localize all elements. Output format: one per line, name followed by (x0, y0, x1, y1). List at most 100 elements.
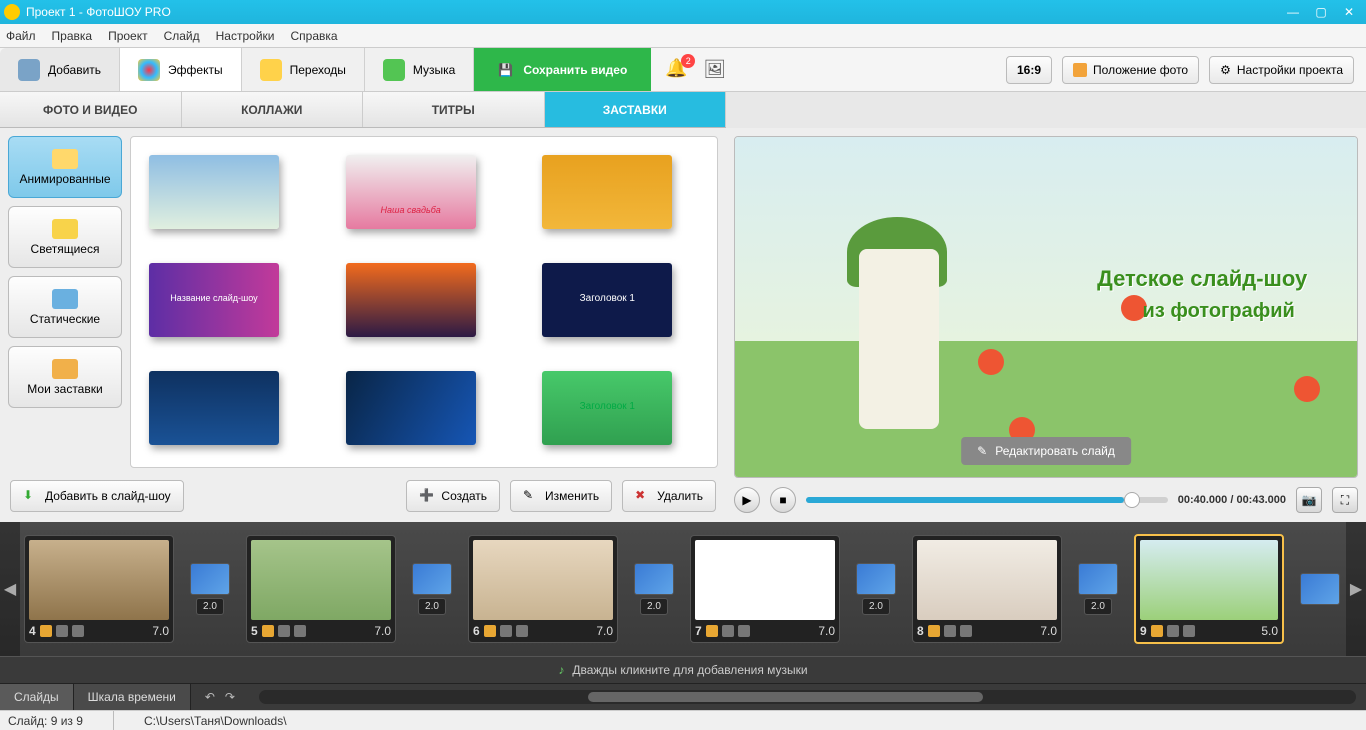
tab-transitions-label: Переходы (290, 63, 346, 77)
gallery-thumb[interactable] (346, 263, 476, 337)
notifications-button[interactable]: 🔔 2 (665, 58, 689, 82)
side-glowing-label: Светящиеся (31, 242, 100, 256)
menu-project[interactable]: Проект (108, 29, 148, 43)
transition-thumb (190, 563, 230, 595)
menu-slide[interactable]: Слайд (164, 29, 200, 43)
transition-card[interactable]: 2.0 (632, 563, 676, 615)
zoom-icon[interactable] (722, 625, 734, 637)
browse-icon[interactable]: 🖼 (703, 59, 726, 80)
gallery-thumb[interactable] (149, 371, 279, 445)
cat-titles[interactable]: ТИТРЫ (363, 92, 545, 127)
tab-effects[interactable]: Эффекты (120, 48, 242, 91)
redo-button[interactable]: ↷ (225, 690, 235, 704)
music-track[interactable]: ♪ Дважды кликните для добавления музыки (0, 656, 1366, 684)
down-arrow-icon: ⬇ (23, 488, 39, 504)
gallery-thumb[interactable]: Наша свадьба (346, 155, 476, 229)
gallery-thumb[interactable] (542, 155, 672, 229)
edit-icon[interactable] (40, 625, 52, 637)
project-settings-button[interactable]: ⚙ Настройки проекта (1209, 56, 1354, 84)
seek-handle[interactable] (1124, 492, 1140, 508)
edit-icon[interactable] (262, 625, 274, 637)
photo-position-button[interactable]: Положение фото (1062, 56, 1199, 84)
tab-add[interactable]: Добавить (0, 48, 120, 91)
ratio-label: 16:9 (1017, 63, 1041, 77)
transition-card[interactable]: 2.0 (1076, 563, 1120, 615)
tab-music[interactable]: Музыка (365, 48, 474, 91)
aspect-ratio-button[interactable]: 16:9 (1006, 56, 1052, 84)
horizontal-scrollbar[interactable] (259, 690, 1356, 704)
photo-icon (1073, 63, 1087, 77)
gallery-thumb[interactable]: Заголовок 1 (542, 263, 672, 337)
zoom-icon[interactable] (1167, 625, 1179, 637)
menu-settings[interactable]: Настройки (216, 29, 275, 43)
gallery-thumb[interactable] (346, 371, 476, 445)
gallery-thumb[interactable]: Заголовок 1 (542, 371, 672, 445)
transition-card[interactable]: 2.0 (854, 563, 898, 615)
delete-button[interactable]: ✖Удалить (622, 480, 716, 512)
menu-file[interactable]: Файл (6, 29, 36, 43)
zoom-icon[interactable] (500, 625, 512, 637)
sound-icon[interactable] (738, 625, 750, 637)
slide-card[interactable]: 87.0 (912, 535, 1062, 643)
thumb-caption: Название слайд-шоу (149, 263, 279, 303)
timeline-scroll-right[interactable]: ▶ (1346, 522, 1366, 656)
cat-collages[interactable]: КОЛЛАЖИ (182, 92, 364, 127)
menu-edit[interactable]: Правка (52, 29, 93, 43)
edit-icon[interactable] (706, 625, 718, 637)
zoom-icon[interactable] (944, 625, 956, 637)
slide-card[interactable]: 77.0 (690, 535, 840, 643)
edit-icon[interactable] (484, 625, 496, 637)
sound-icon[interactable] (516, 625, 528, 637)
slide-number: 5 (251, 624, 258, 638)
sound-icon[interactable] (960, 625, 972, 637)
zoom-icon[interactable] (278, 625, 290, 637)
seek-bar[interactable] (806, 497, 1168, 503)
add-to-slideshow-button[interactable]: ⬇Добавить в слайд-шоу (10, 480, 184, 512)
gallery-thumb[interactable] (149, 155, 279, 229)
fullscreen-button[interactable]: ⛶ (1332, 487, 1358, 513)
zoom-icon[interactable] (56, 625, 68, 637)
tab-transitions[interactable]: Переходы (242, 48, 365, 91)
create-button[interactable]: ➕Создать (406, 480, 500, 512)
music-icon (383, 59, 405, 81)
edit-icon[interactable] (928, 625, 940, 637)
tab-timeline[interactable]: Шкала времени (74, 684, 191, 710)
gallery-thumb[interactable]: Название слайд-шоу (149, 263, 279, 337)
slide-card[interactable]: 47.0 (24, 535, 174, 643)
side-static[interactable]: Статические (8, 276, 122, 338)
transition-card[interactable] (1298, 573, 1342, 605)
edit-icon[interactable] (1151, 625, 1163, 637)
slide-card[interactable]: 67.0 (468, 535, 618, 643)
side-animated[interactable]: Анимированные (8, 136, 122, 198)
side-glowing[interactable]: Светящиеся (8, 206, 122, 268)
music-hint: Дважды кликните для добавления музыки (572, 663, 807, 677)
statusbar: Слайд: 9 из 9 C:\Users\Таня\Downloads\ (0, 710, 1366, 730)
sound-icon[interactable] (1183, 625, 1195, 637)
edit-button[interactable]: ✎Изменить (510, 480, 612, 512)
transition-card[interactable]: 2.0 (188, 563, 232, 615)
thumb-caption: Заголовок 1 (542, 371, 672, 412)
tab-slides[interactable]: Слайды (0, 684, 74, 710)
cat-intros[interactable]: ЗАСТАВКИ (545, 92, 727, 127)
timeline-scroll-left[interactable]: ◀ (0, 522, 20, 656)
gallery: Наша свадьба Название слайд-шоу Заголово… (130, 136, 718, 468)
menu-help[interactable]: Справка (290, 29, 337, 43)
scrollbar-thumb[interactable] (588, 692, 983, 702)
sound-icon[interactable] (72, 625, 84, 637)
slide-card[interactable]: 57.0 (246, 535, 396, 643)
edit-slide-button[interactable]: ✎Редактировать слайд (961, 437, 1131, 465)
play-button[interactable]: ▶ (734, 487, 760, 513)
transition-card[interactable]: 2.0 (410, 563, 454, 615)
side-my-intros[interactable]: Мои заставки (8, 346, 122, 408)
maximize-button[interactable]: ▢ (1308, 3, 1334, 21)
minimize-button[interactable]: — (1280, 3, 1306, 21)
save-video-button[interactable]: 💾 Сохранить видео (474, 48, 651, 91)
undo-button[interactable]: ↶ (205, 690, 215, 704)
snapshot-button[interactable]: 📷 (1296, 487, 1322, 513)
sound-icon[interactable] (294, 625, 306, 637)
slide-card[interactable]: 95.0 (1134, 534, 1284, 644)
close-button[interactable]: ✕ (1336, 3, 1362, 21)
transition-duration: 2.0 (196, 598, 224, 615)
stop-button[interactable]: ■ (770, 487, 796, 513)
cat-photo-video[interactable]: ФОТО И ВИДЕО (0, 92, 182, 127)
